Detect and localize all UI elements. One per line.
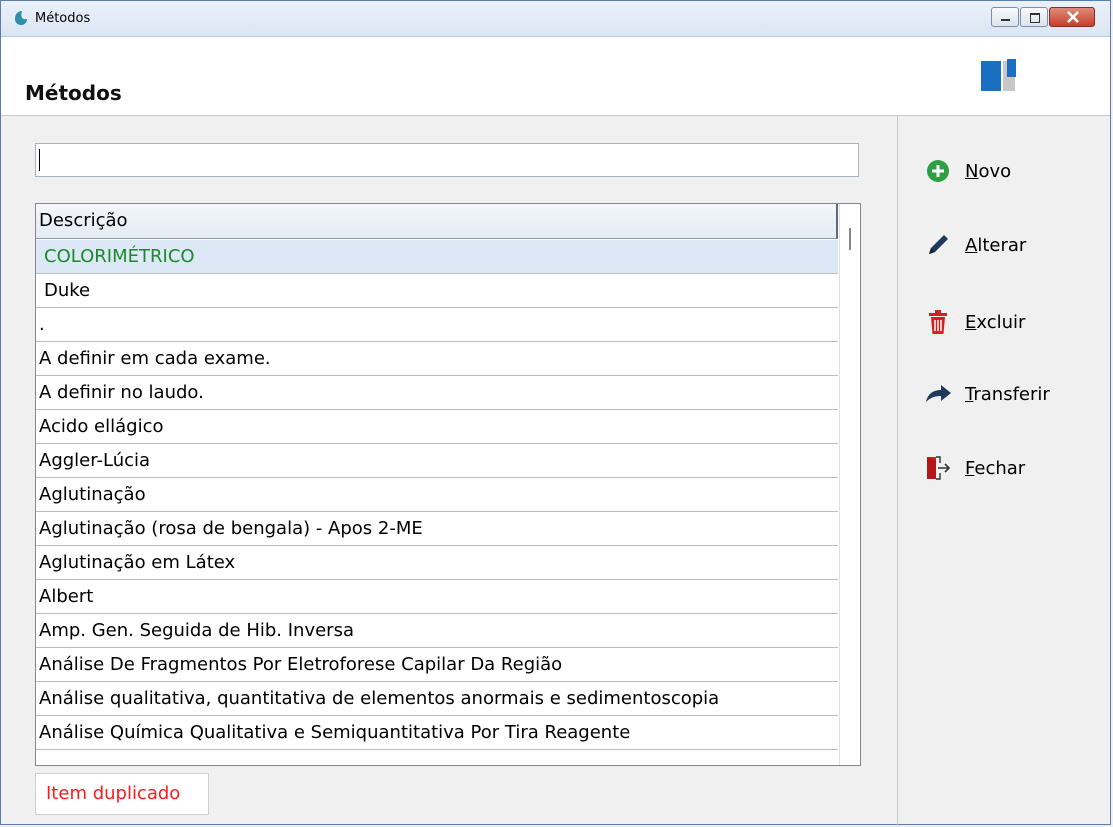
book-logo-icon: [981, 59, 1016, 91]
vertical-scrollbar[interactable]: [839, 204, 860, 765]
column-header-descricao[interactable]: Descrição: [36, 204, 838, 239]
alterar-label: Alterar: [965, 234, 1027, 256]
table-row[interactable]: A definir em cada exame.: [36, 342, 838, 376]
scroll-thumb[interactable]: [849, 228, 851, 250]
transferir-label: Transferir: [965, 383, 1050, 405]
table-row-selected[interactable]: COLORIMÉTRICO: [36, 240, 838, 274]
table-row[interactable]: Análise qualitativa, quantitativa de ele…: [36, 682, 838, 716]
novo-label: Novo: [965, 160, 1012, 182]
minimize-icon: [1001, 19, 1010, 21]
table-row[interactable]: Aglutinação: [36, 478, 838, 512]
text-caret: [39, 149, 40, 171]
excluir-button[interactable]: Excluir: [923, 305, 1025, 339]
table-row[interactable]: Amp. Gen. Seguida de Hib. Inversa: [36, 614, 838, 648]
table-row[interactable]: A definir no laudo.: [36, 376, 838, 410]
table-row[interactable]: Albert: [36, 580, 838, 614]
table-row[interactable]: Aglutinação em Látex: [36, 546, 838, 580]
fechar-label: Fechar: [965, 457, 1026, 479]
plus-circle-icon: [923, 156, 953, 186]
status-message: Item duplicado: [35, 773, 209, 815]
fechar-button[interactable]: Fechar: [923, 451, 1025, 485]
table-row[interactable]: .: [36, 308, 838, 342]
table-row[interactable]: Análise Química Qualitativa e Semiquanti…: [36, 716, 838, 750]
window-title: Métodos: [35, 11, 91, 26]
close-icon: [1067, 11, 1079, 23]
page-header: Métodos: [1, 37, 1110, 116]
methods-grid[interactable]: Descrição COLORIMÉTRICO Duke . A definir…: [35, 203, 861, 766]
grid-rows: COLORIMÉTRICO Duke . A definir em cada e…: [36, 240, 838, 750]
alterar-button[interactable]: Alterar: [923, 228, 1026, 262]
table-row[interactable]: Duke: [36, 274, 838, 308]
page-title: Métodos: [25, 81, 122, 105]
title-bar: Métodos: [1, 1, 1110, 37]
panel-divider: [897, 116, 898, 826]
trash-icon: [923, 307, 953, 337]
search-input[interactable]: [36, 144, 858, 176]
exit-door-icon: [923, 453, 953, 483]
maximize-icon: [1030, 13, 1040, 23]
maximize-button[interactable]: [1020, 7, 1048, 27]
transferir-button[interactable]: Transferir: [923, 377, 1050, 411]
table-row[interactable]: Acido ellágico: [36, 410, 838, 444]
main-window: Métodos Métodos Descrição COLORIMÉTRICO …: [0, 0, 1111, 826]
table-row[interactable]: Aggler-Lúcia: [36, 444, 838, 478]
close-window-button[interactable]: [1049, 7, 1095, 27]
search-input-box[interactable]: [35, 143, 859, 177]
excluir-label: Excluir: [965, 311, 1026, 333]
table-row[interactable]: Análise De Fragmentos Por Eletroforese C…: [36, 648, 838, 682]
share-arrow-icon: [923, 379, 953, 409]
table-row[interactable]: Aglutinação (rosa de bengala) - Apos 2-M…: [36, 512, 838, 546]
minimize-button[interactable]: [991, 7, 1019, 27]
app-logo-icon: [15, 11, 27, 25]
pencil-icon: [923, 230, 953, 260]
novo-button[interactable]: Novo: [923, 154, 1011, 188]
